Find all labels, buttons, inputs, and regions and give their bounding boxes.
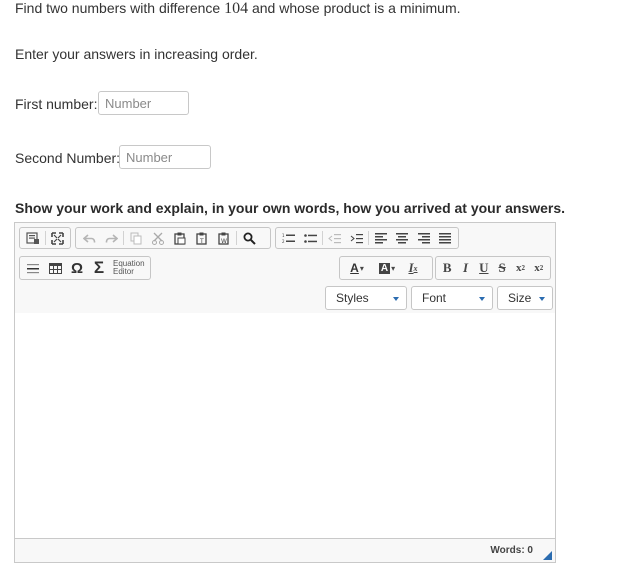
underline-icon[interactable]: U	[475, 258, 493, 278]
copy-icon[interactable]	[125, 228, 147, 248]
superscript-icon[interactable]: x2	[530, 258, 548, 278]
strikethrough-icon[interactable]: S	[493, 258, 511, 278]
first-number-input[interactable]	[98, 91, 189, 115]
subscript-icon[interactable]: x2	[511, 258, 529, 278]
paste-text-icon[interactable]: T	[191, 228, 213, 248]
styles-dropdown[interactable]: Styles	[325, 286, 407, 310]
svg-text:1: 1	[282, 233, 285, 238]
question-suffix: and whose product is a minimum.	[248, 0, 461, 16]
size-label: Size	[508, 291, 532, 305]
svg-text:2: 2	[282, 239, 285, 244]
edit-group: T W	[75, 227, 271, 249]
find-icon[interactable]	[238, 228, 260, 248]
chevron-down-icon	[539, 297, 545, 301]
cut-icon[interactable]	[147, 228, 169, 248]
first-number-label: First number:	[15, 96, 98, 112]
styles-label: Styles	[336, 291, 369, 305]
outdent-icon[interactable]	[324, 228, 346, 248]
font-dropdown[interactable]: Font	[411, 286, 493, 310]
editor-content-area[interactable]	[15, 313, 555, 538]
format-group: B I U S x2 x2	[435, 256, 551, 280]
work-label: Show your work and explain, in your own …	[15, 200, 565, 216]
document-group	[19, 227, 71, 249]
font-label: Font	[422, 291, 447, 305]
editor-statusbar: Words: 0	[15, 538, 555, 562]
bold-icon[interactable]: B	[438, 258, 456, 278]
resize-handle[interactable]	[543, 551, 552, 560]
color-group: A ▾ A ▾ Ix	[339, 256, 433, 280]
numbered-list-icon[interactable]: 12	[278, 228, 300, 248]
rich-text-editor: T W 12 Ω Σ Equation Editor A ▾ A ▾ I x B…	[14, 222, 556, 563]
chevron-down-icon	[393, 297, 399, 301]
table-icon[interactable]	[44, 258, 66, 278]
italic-icon[interactable]: I	[456, 258, 474, 278]
maximize-icon[interactable]	[47, 228, 69, 248]
svg-text:T: T	[199, 238, 204, 245]
editor-label: Editor	[113, 267, 134, 276]
redo-icon[interactable]	[100, 228, 122, 248]
background-color-icon[interactable]: A ▾	[372, 258, 402, 278]
align-left-icon[interactable]	[370, 228, 392, 248]
second-number-label: Second Number:	[15, 150, 121, 166]
paste-icon[interactable]	[169, 228, 191, 248]
size-dropdown[interactable]: Size	[497, 286, 553, 310]
paragraph-group: 12	[275, 227, 459, 249]
remove-format-icon[interactable]: Ix	[402, 258, 424, 278]
svg-text:W: W	[221, 238, 227, 245]
text-color-icon[interactable]: A ▾	[342, 258, 372, 278]
sigma-icon[interactable]: Σ	[88, 258, 110, 278]
paste-word-icon[interactable]: W	[213, 228, 235, 248]
indent-icon[interactable]	[345, 228, 367, 248]
source-icon[interactable]	[22, 228, 44, 248]
align-center-icon[interactable]	[391, 228, 413, 248]
undo-icon[interactable]	[78, 228, 100, 248]
editor-toolbar: T W 12 Ω Σ Equation Editor A ▾ A ▾ I x B…	[15, 223, 555, 314]
equation-editor-button[interactable]: Equation Editor	[110, 260, 145, 276]
omega-icon[interactable]: Ω	[66, 258, 88, 278]
question-number: 104	[224, 0, 249, 17]
second-number-input[interactable]	[119, 145, 211, 169]
bulleted-list-icon[interactable]	[300, 228, 322, 248]
horizontal-line-icon[interactable]	[22, 258, 44, 278]
word-count: Words: 0	[490, 545, 533, 556]
question-text: Find two numbers with difference 104 and…	[15, 0, 461, 18]
align-right-icon[interactable]	[413, 228, 435, 248]
insert-group: Ω Σ Equation Editor	[19, 256, 151, 280]
question-prefix: Find two numbers with difference	[15, 0, 225, 16]
instruction-text: Enter your answers in increasing order.	[15, 46, 258, 62]
justify-icon[interactable]	[434, 228, 456, 248]
chevron-down-icon	[479, 297, 485, 301]
